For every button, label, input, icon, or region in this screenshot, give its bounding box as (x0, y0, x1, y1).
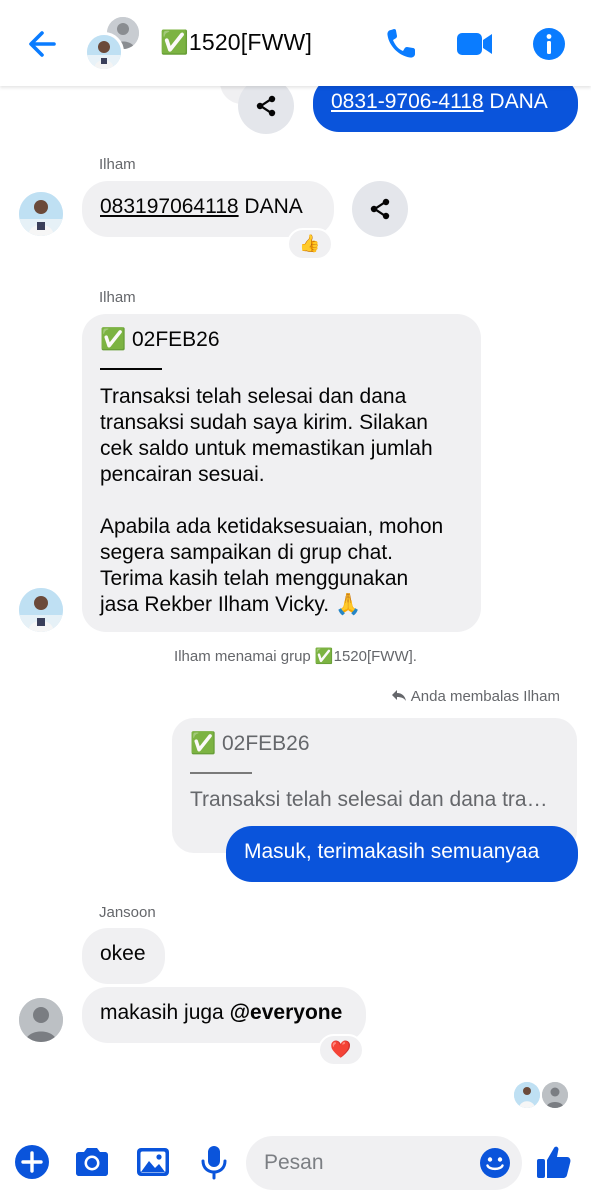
body-line: transaksi sudah saya kirim. Silakan (100, 411, 428, 434)
seen-avatar-photo (514, 1082, 540, 1108)
body-line: cek saldo untuk memastikan jumlah (100, 437, 433, 460)
quoted-divider (190, 772, 252, 774)
message-text: makasih juga (100, 1001, 230, 1024)
message-input-wrapper (246, 1136, 522, 1190)
body-line: jasa Rekber Ilham Vicky. 🙏 (100, 593, 362, 616)
message-composer (0, 1128, 591, 1200)
system-notification: Ilham menamai grup ✅1520[FWW]. (174, 648, 417, 665)
sender-name: Jansoon (99, 904, 156, 921)
conversation-title[interactable]: ✅1520[FWW] (160, 29, 312, 56)
sender-name: Ilham (99, 156, 136, 173)
reply-indicator-text: Anda membalas Ilham (410, 688, 560, 705)
gallery-icon[interactable] (133, 1142, 173, 1182)
sender-avatar[interactable] (19, 192, 63, 236)
info-icon[interactable] (530, 26, 570, 62)
incoming-message[interactable]: makasih juga @everyone (82, 987, 366, 1043)
divider (100, 368, 162, 370)
member-avatar-photo (84, 32, 124, 72)
sender-name: Ilham (99, 289, 136, 306)
incoming-message[interactable]: okee (82, 928, 165, 984)
reply-indicator: Anda membalas Ilham (391, 688, 560, 705)
message-header: ✅ 02FEB26 (100, 328, 220, 351)
reply-arrow-icon (391, 690, 406, 701)
microphone-icon[interactable] (194, 1142, 234, 1182)
mention[interactable]: @everyone (230, 1001, 343, 1024)
share-button[interactable] (352, 181, 408, 237)
video-call-icon[interactable] (455, 26, 495, 62)
plus-icon[interactable] (12, 1142, 52, 1182)
camera-icon[interactable] (72, 1142, 112, 1182)
message-text: DANA (483, 90, 548, 113)
phone-call-icon[interactable] (382, 26, 422, 62)
back-arrow-icon[interactable] (24, 26, 62, 62)
sender-avatar[interactable] (19, 998, 63, 1042)
phone-number-link[interactable]: 0831-9706-4118 (331, 90, 484, 113)
outgoing-message[interactable]: Masuk, terimakasih semuanyaa (226, 826, 578, 882)
body-line: pencairan sesuai. (100, 463, 265, 486)
message-body: Transaksi telah selesai dan dana transak… (100, 384, 475, 618)
reaction-badge[interactable]: 👍 (287, 228, 333, 260)
sender-avatar[interactable] (19, 588, 63, 632)
message-input[interactable] (264, 1136, 464, 1190)
body-line-blank (100, 488, 475, 514)
group-avatar[interactable] (84, 14, 146, 74)
incoming-message[interactable]: ✅ 02FEB26 Transaksi telah selesai dan da… (82, 314, 481, 632)
thumbs-up-icon[interactable] (534, 1142, 574, 1182)
phone-number-link[interactable]: 083197064118 (100, 195, 239, 218)
share-icon (370, 198, 390, 220)
seen-avatar-gray (542, 1082, 568, 1108)
share-button[interactable] (238, 78, 294, 134)
reaction-badge[interactable]: ❤️ (318, 1034, 364, 1066)
quoted-header: ✅ 02FEB26 (190, 732, 310, 755)
body-line: Terima kasih telah menggunakan (100, 567, 409, 590)
body-line: Transaksi telah selesai dan dana (100, 385, 407, 408)
emoji-icon[interactable] (478, 1146, 512, 1180)
quoted-text: Transaksi telah selesai dan dana tra… (190, 788, 548, 811)
body-line: segera sampaikan di grup chat. (100, 541, 394, 564)
body-line: Apabila ada ketidaksesuaian, mohon (100, 515, 444, 538)
share-icon (256, 95, 276, 117)
message-text: DANA (238, 195, 303, 218)
conversation-header: ✅1520[FWW] (0, 0, 591, 86)
